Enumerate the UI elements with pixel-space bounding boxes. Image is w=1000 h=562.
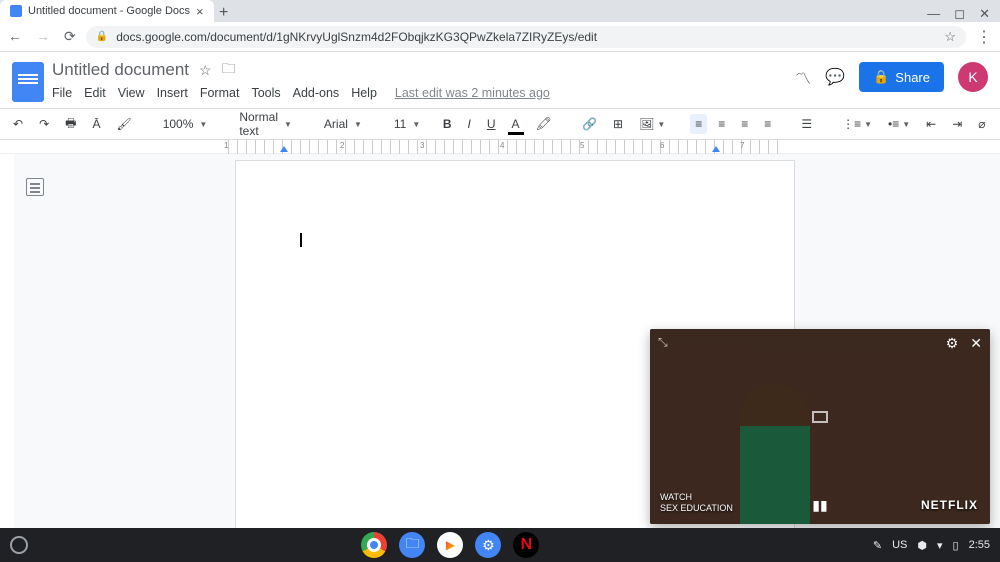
insert-image-icon[interactable]: 🖼▼ xyxy=(634,114,670,134)
new-tab-button[interactable]: + xyxy=(214,4,234,22)
ime-indicator[interactable]: US xyxy=(892,539,907,551)
underline-icon[interactable]: U xyxy=(482,114,501,134)
menu-view[interactable]: View xyxy=(118,86,145,100)
move-folder-icon[interactable]: 🗀 xyxy=(222,58,236,82)
bulleted-list-icon[interactable]: •≡▼ xyxy=(883,114,915,134)
activity-icon[interactable]: 〽 xyxy=(795,65,811,89)
undo-icon[interactable]: ↶ xyxy=(8,114,28,134)
back-icon[interactable]: ← xyxy=(8,28,22,45)
vertical-ruler[interactable] xyxy=(0,154,14,554)
insert-comment-icon[interactable]: ⊞ xyxy=(608,114,628,134)
comments-icon[interactable]: 💬 xyxy=(825,67,845,87)
menu-tools[interactable]: Tools xyxy=(251,86,280,100)
docs-header: Untitled document ☆ 🗀 File Edit View Ins… xyxy=(0,52,1000,102)
insert-link-icon[interactable]: 🔗 xyxy=(577,114,602,134)
netflix-app-icon[interactable]: N xyxy=(513,532,539,558)
settings-app-icon[interactable]: ⚙ xyxy=(475,532,501,558)
horizontal-ruler[interactable]: 1 2 3 4 5 6 7 xyxy=(0,140,1000,154)
align-center-icon[interactable]: ≡ xyxy=(713,114,730,134)
text-cursor xyxy=(300,233,302,247)
highlight-icon[interactable]: 🖍 xyxy=(531,113,558,135)
url-text: docs.google.com/document/d/1gNKrvyUglSnz… xyxy=(116,30,597,44)
reload-icon[interactable]: ⟳ xyxy=(64,28,76,45)
pip-settings-icon[interactable]: ⚙ xyxy=(946,335,959,352)
pip-close-icon[interactable]: ✕ xyxy=(970,335,982,352)
decrease-indent-icon[interactable]: ⇤ xyxy=(921,114,941,134)
paint-format-icon[interactable]: 🖌 xyxy=(111,114,136,134)
document-title[interactable]: Untitled document xyxy=(52,60,189,80)
indent-marker-left[interactable] xyxy=(280,146,288,152)
play-store-icon[interactable] xyxy=(437,532,463,558)
formatting-toolbar: ↶ ↷ 🖶 Ā 🖌 100%▼ Normal text▼ Arial▼ 11▼ … xyxy=(0,108,1000,140)
align-right-icon[interactable]: ≡ xyxy=(736,114,753,134)
notifications-icon[interactable]: ⬢ xyxy=(917,539,927,552)
bookmark-star-icon[interactable]: ☆ xyxy=(944,29,956,45)
close-tab-icon[interactable]: × xyxy=(196,4,204,19)
pip-fullscreen-icon[interactable] xyxy=(812,411,828,423)
account-avatar[interactable]: K xyxy=(958,62,988,92)
menu-bar: File Edit View Insert Format Tools Add-o… xyxy=(52,86,787,100)
align-justify-icon[interactable]: ≡ xyxy=(759,114,776,134)
stylus-icon[interactable]: ✎ xyxy=(873,539,882,552)
picture-in-picture-window[interactable]: ⤡ ⚙ ✕ WATCH SEX EDUCATION ▮▮ NETFLIX xyxy=(650,329,990,524)
font-size-select[interactable]: 11▼ xyxy=(388,117,418,131)
align-left-icon[interactable]: ≡ xyxy=(690,114,707,134)
clear-formatting-icon[interactable]: ⌀ xyxy=(973,114,990,134)
zoom-select[interactable]: 100%▼ xyxy=(157,117,214,131)
netflix-logo: NETFLIX xyxy=(921,498,978,512)
share-button[interactable]: 🔒 Share xyxy=(859,62,944,92)
text-color-icon[interactable]: A xyxy=(507,114,525,134)
line-spacing-icon[interactable]: ☰ xyxy=(796,114,817,134)
print-icon[interactable]: 🖶 xyxy=(60,111,81,138)
video-person xyxy=(830,384,900,524)
pip-pause-icon[interactable]: ▮▮ xyxy=(812,497,827,514)
spellcheck-icon[interactable]: Ā xyxy=(87,114,105,134)
browser-menu-icon[interactable]: ⋮ xyxy=(976,27,992,47)
url-box[interactable]: 🔒 docs.google.com/document/d/1gNKrvyUglS… xyxy=(86,26,966,48)
pip-drag-handle-icon[interactable]: ⤡ xyxy=(658,335,668,350)
increase-indent-icon[interactable]: ⇥ xyxy=(947,114,967,134)
window-controls: — ◻ ✕ xyxy=(927,6,1000,22)
share-label: Share xyxy=(895,70,930,85)
tab-title: Untitled document - Google Docs xyxy=(28,5,190,17)
clock[interactable]: 2:55 xyxy=(969,539,990,551)
close-window-icon[interactable]: ✕ xyxy=(979,6,990,22)
paragraph-style-select[interactable]: Normal text▼ xyxy=(233,110,298,138)
browser-tab-strip: Untitled document - Google Docs × + — ◻ … xyxy=(0,0,1000,22)
browser-tab[interactable]: Untitled document - Google Docs × xyxy=(0,0,214,22)
avatar-initial: K xyxy=(968,69,977,85)
document-outline-icon[interactable] xyxy=(26,178,44,196)
battery-icon[interactable]: ▯ xyxy=(953,539,959,552)
status-tray[interactable]: ✎ US ⬢ ▾ ▯ 2:55 xyxy=(873,539,990,552)
italic-icon[interactable]: I xyxy=(463,114,476,134)
indent-marker-right[interactable] xyxy=(712,146,720,152)
menu-file[interactable]: File xyxy=(52,86,72,100)
redo-icon[interactable]: ↷ xyxy=(34,114,54,134)
chrome-app-icon[interactable] xyxy=(361,532,387,558)
maximize-icon[interactable]: ◻ xyxy=(954,6,965,22)
docs-logo-icon[interactable] xyxy=(12,62,44,102)
minimize-icon[interactable]: — xyxy=(927,6,940,22)
files-app-icon[interactable]: 🗀 xyxy=(399,532,425,558)
numbered-list-icon[interactable]: ⋮≡▼ xyxy=(837,114,877,134)
video-person xyxy=(740,384,810,524)
last-edit-text[interactable]: Last edit was 2 minutes ago xyxy=(395,86,550,100)
menu-format[interactable]: Format xyxy=(200,86,240,100)
bold-icon[interactable]: B xyxy=(438,114,457,134)
lock-icon: 🔒 xyxy=(873,69,889,85)
chromeos-shelf: 🗀 ⚙ N ✎ US ⬢ ▾ ▯ 2:55 xyxy=(0,528,1000,562)
font-select[interactable]: Arial▼ xyxy=(318,117,368,131)
menu-help[interactable]: Help xyxy=(351,86,377,100)
launcher-icon[interactable] xyxy=(10,536,28,554)
forward-icon[interactable]: → xyxy=(36,28,50,45)
wifi-icon[interactable]: ▾ xyxy=(937,539,943,552)
menu-edit[interactable]: Edit xyxy=(84,86,106,100)
address-bar: ← → ⟳ 🔒 docs.google.com/document/d/1gNKr… xyxy=(0,22,1000,52)
menu-addons[interactable]: Add-ons xyxy=(293,86,340,100)
lock-icon: 🔒 xyxy=(96,31,108,42)
menu-insert[interactable]: Insert xyxy=(157,86,188,100)
pip-title-overlay: WATCH SEX EDUCATION xyxy=(660,492,733,514)
star-icon[interactable]: ☆ xyxy=(199,62,212,79)
docs-favicon xyxy=(10,5,22,17)
